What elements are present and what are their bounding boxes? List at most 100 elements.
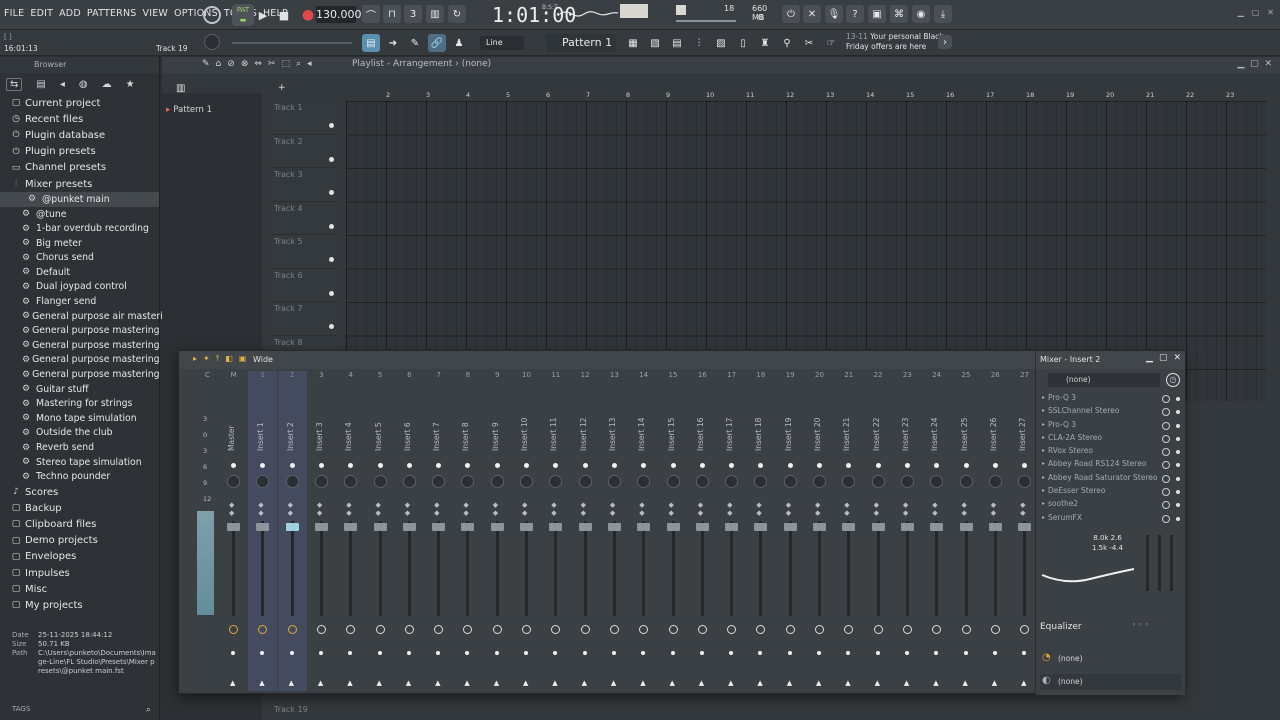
playlist-icon[interactable]: ▤ (668, 34, 686, 52)
effect-enable-led[interactable] (1176, 516, 1180, 521)
insert-strip[interactable]: Insert 22 ◆ ◆ ▲ (864, 371, 893, 691)
volume-fader[interactable] (549, 523, 563, 531)
route-led[interactable] (729, 651, 734, 655)
send-arrow-icon[interactable]: ▲ (318, 679, 323, 687)
pan-knob[interactable] (549, 475, 563, 488)
pan-knob[interactable] (842, 475, 856, 488)
preset-item[interactable]: ⚙ General purpose mastering 4 (0, 353, 168, 368)
volume-fader[interactable] (520, 523, 533, 531)
eq-band-slider-2[interactable] (1158, 535, 1161, 591)
browser-item[interactable]: ▢ My projects (0, 597, 159, 613)
record-button[interactable]: ● (298, 5, 318, 25)
strip-enable-led[interactable] (289, 463, 295, 468)
tool-select-icon[interactable]: ⬚ (281, 59, 290, 69)
stereo-sep-icon[interactable]: ◆ ◆ (932, 501, 937, 517)
send-arrow-icon[interactable]: ▲ (406, 679, 411, 687)
news-next-icon[interactable]: › (938, 35, 952, 49)
mix-knob[interactable] (1162, 434, 1170, 443)
send-arrow-icon[interactable]: ▲ (640, 679, 645, 687)
pan-knob[interactable] (373, 475, 387, 488)
pattern-selector[interactable]: Pattern 1 (546, 34, 616, 52)
route-led[interactable] (992, 651, 997, 655)
pan-knob[interactable] (988, 475, 1002, 488)
volume-fader[interactable] (754, 523, 768, 531)
effect-slot[interactable]: SSLChannel Stereo (1040, 406, 1182, 419)
send-arrow-icon[interactable]: ▲ (523, 679, 528, 687)
stereo-sep-icon[interactable]: ◆ ◆ (1020, 501, 1025, 517)
route-led[interactable] (611, 651, 616, 655)
route-led[interactable] (875, 651, 880, 655)
volume-fader[interactable] (666, 523, 680, 531)
volume-fader[interactable] (871, 523, 885, 531)
pan-knob[interactable] (432, 475, 446, 488)
tool-paint-icon[interactable]: ⌂ (216, 59, 222, 69)
volume-fader[interactable] (695, 523, 709, 531)
volume-fader[interactable] (578, 523, 592, 531)
stamp-icon[interactable]: ♟ (450, 34, 468, 52)
route-led[interactable] (289, 651, 294, 655)
pan-knob[interactable] (1018, 475, 1032, 488)
browser-star-icon[interactable]: ★ (126, 79, 135, 90)
stereo-sep-icon[interactable]: ◆ ◆ (493, 501, 498, 517)
route-led[interactable] (641, 651, 646, 655)
pan-knob[interactable] (871, 475, 885, 488)
volume-fader[interactable] (490, 523, 504, 531)
strip-enable-led[interactable] (846, 463, 852, 468)
link-icon[interactable]: 🔗 (428, 34, 446, 52)
volume-fader[interactable] (783, 523, 797, 531)
effect-enable-led[interactable] (1176, 423, 1180, 428)
insert-strip[interactable]: Insert 10 ◆ ◆ ▲ (512, 371, 541, 691)
insert-strip[interactable]: Insert 23 ◆ ◆ ▲ (893, 371, 922, 691)
stereo-sep-icon[interactable]: ◆ ◆ (551, 501, 556, 517)
send-arrow-icon[interactable]: ▲ (611, 679, 616, 687)
playlist-close-icon[interactable]: ✕ (1264, 59, 1272, 69)
midi-icon[interactable]: ⌘ (890, 5, 908, 23)
effect-slot[interactable]: SerumFX (1040, 513, 1182, 526)
playlist-view-icon[interactable]: ▤ (362, 34, 380, 52)
route-led[interactable] (524, 651, 528, 655)
send-arrow-icon[interactable]: ▲ (552, 679, 557, 687)
pan-knob[interactable] (813, 475, 826, 488)
browser-cloud-icon[interactable]: ☁ (102, 79, 112, 90)
effect-slot[interactable]: Pro-Q 3 (1040, 420, 1182, 433)
insert-strip[interactable]: Insert 4 ◆ ◆ ▲ (336, 371, 365, 691)
cut-icon[interactable]: ✂ (800, 34, 818, 52)
stereo-sep-icon[interactable]: ◆ ◆ (288, 501, 293, 517)
route-led[interactable] (758, 651, 763, 655)
route-led[interactable] (934, 651, 939, 655)
help-icon[interactable]: ? (846, 5, 864, 23)
strip-enable-led[interactable] (494, 463, 500, 468)
pan-knob[interactable] (256, 475, 270, 488)
send-arrow-icon[interactable]: ▲ (347, 679, 352, 687)
effect-enable-led[interactable] (1176, 450, 1180, 455)
route-led[interactable] (787, 651, 792, 655)
strip-enable-led[interactable] (377, 463, 383, 468)
volume-fader[interactable] (988, 523, 1002, 531)
track-mute-led[interactable] (329, 123, 334, 128)
route-led[interactable] (904, 651, 909, 655)
stereo-sep-icon[interactable]: ◆ ◆ (346, 501, 351, 517)
insert-strip[interactable]: Insert 12 ◆ ◆ ▲ (571, 371, 600, 691)
send-arrow-icon[interactable]: ▲ (992, 679, 997, 687)
menu-file[interactable]: FILE (4, 8, 24, 19)
mix-knob[interactable] (1162, 461, 1170, 470)
input-clock-icon[interactable]: ◷ (1166, 373, 1180, 387)
browser-item[interactable]: ◷ Recent files (0, 111, 159, 127)
route-led[interactable] (817, 651, 821, 655)
tool-pencil-icon[interactable]: ✎ (202, 59, 210, 69)
stereo-sep-icon[interactable]: ◆ ◆ (405, 501, 410, 517)
metronome-icon[interactable]: ⌒ (362, 5, 380, 23)
insert-strip[interactable]: Insert 11 ◆ ◆ ▲ (541, 371, 570, 691)
volume-fader[interactable] (373, 523, 387, 531)
volume-fader[interactable] (900, 523, 914, 531)
browser-item[interactable]: ⏻ Plugin database (0, 127, 159, 143)
tool-slip-icon[interactable]: ⇔ (254, 59, 262, 69)
preset-item[interactable]: ⚙ Guitar stuff (0, 382, 159, 397)
preset-item[interactable]: ⚙ Mastering for strings (0, 396, 159, 411)
pan-knob[interactable] (666, 475, 680, 488)
preset-item[interactable]: ⚙ Chorus send (0, 251, 159, 266)
effect-enable-led[interactable] (1176, 397, 1180, 401)
file-icon[interactable]: ▯ (734, 34, 752, 52)
stereo-sep-icon[interactable]: ◆ ◆ (376, 501, 381, 517)
effect-enable-led[interactable] (1176, 503, 1180, 508)
